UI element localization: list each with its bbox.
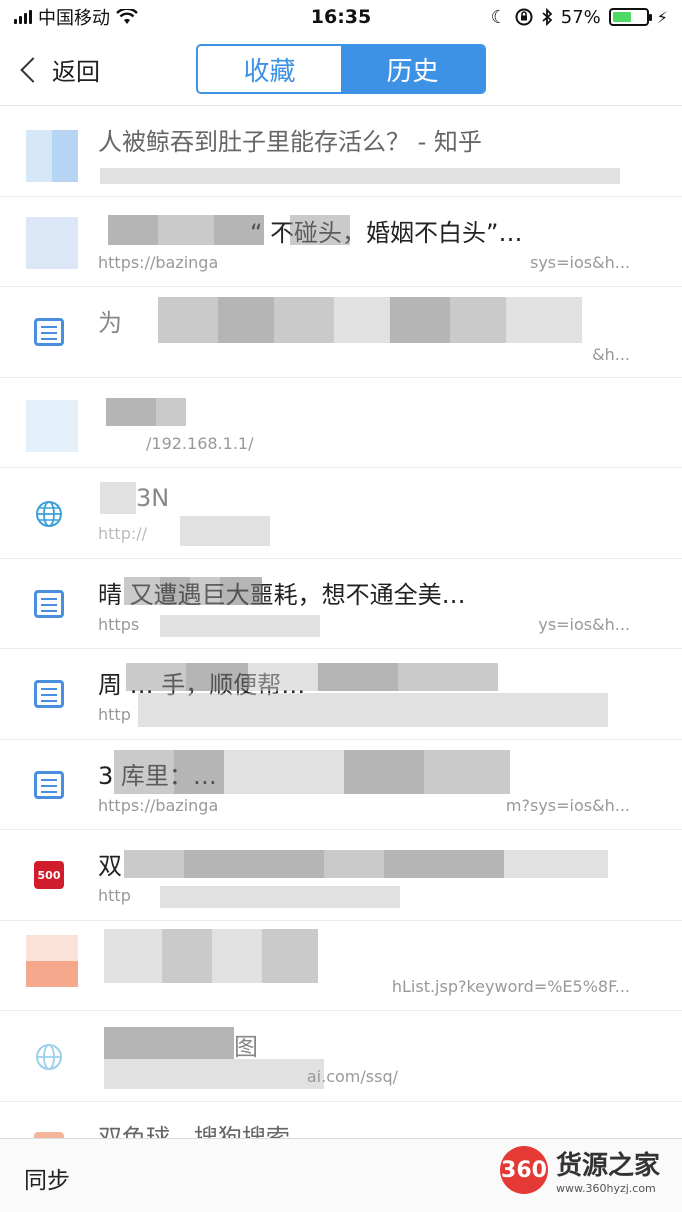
- chevron-left-icon: [20, 56, 46, 83]
- item-url: http: [98, 705, 131, 724]
- item-title: 双色球 - 搜狗搜索: [98, 1123, 290, 1139]
- list-item[interactable]: 500 双 http: [0, 830, 682, 921]
- list-item[interactable]: “ 不碰头，婚姻不白头”… https://bazinga sys=ios&h.…: [0, 197, 682, 287]
- charging-icon: ⚡: [656, 7, 668, 27]
- item-url: https://bazinga: [98, 795, 219, 815]
- document-icon: [34, 680, 64, 708]
- document-icon: [34, 589, 64, 618]
- item-url: http://: [98, 524, 148, 543]
- bluetooth-icon: [542, 8, 553, 26]
- item-title: 人被鲸吞到肚子里能存活么？ - 知乎: [98, 128, 482, 156]
- watermark-name: 货源之家: [556, 1151, 661, 1181]
- sync-button[interactable]: 同步: [24, 1161, 70, 1195]
- tab-favorites[interactable]: 收藏: [198, 46, 341, 92]
- item-url-right: m?sys=ios&h...: [505, 795, 630, 815]
- item-url: /192.168.1.1/: [146, 433, 254, 453]
- document-icon: [34, 770, 64, 799]
- bottom-toolbar: 同步 360 货源之家 www.360hyzj.com: [0, 1138, 682, 1212]
- history-list: 人被鲸吞到肚子里能存活么？ - 知乎 “ 不碰头，婚姻不白头”… https:/…: [0, 106, 682, 1138]
- status-bar: 中国移动 16:35 ☾ 57% ⚡: [0, 0, 682, 34]
- globe-icon: [36, 501, 62, 527]
- list-item[interactable]: 为 &h...: [0, 287, 682, 378]
- list-item[interactable]: 人被鲸吞到肚子里能存活么？ - 知乎: [0, 106, 682, 197]
- battery-fill: [612, 12, 631, 22]
- moon-icon: ☾: [490, 6, 507, 28]
- list-item[interactable]: /192.168.1.1/: [0, 378, 682, 468]
- tab-history[interactable]: 历史: [341, 46, 484, 92]
- signal-icon: [14, 10, 32, 24]
- battery-percent: 57%: [560, 6, 601, 28]
- 500-logo-icon: 500: [34, 861, 64, 889]
- status-right: ☾ 57% ⚡: [428, 7, 668, 28]
- item-url-right: &h...: [592, 345, 630, 364]
- watermark: 360 货源之家 www.360hyzj.com: [500, 1145, 660, 1195]
- back-button[interactable]: 返回: [18, 52, 100, 87]
- carrier-label: 中国移动: [38, 8, 110, 29]
- item-title: 3N: [136, 484, 170, 512]
- blurred-favicon-icon: [26, 934, 78, 987]
- blurred-favicon-icon: [26, 216, 78, 269]
- nav-bar: 返回 收藏 历史: [0, 34, 682, 106]
- blurred-favicon-icon: [26, 399, 78, 452]
- watermark-url: www.360hyzj.com: [556, 1182, 656, 1195]
- item-url: http: [98, 886, 131, 905]
- globe-icon: [36, 1044, 62, 1070]
- item-title: 图: [234, 1033, 258, 1061]
- wifi-icon: [116, 9, 138, 24]
- item-url-right: ai.com/ssq/: [306, 1067, 398, 1086]
- item-url-right: ys=ios&h...: [538, 614, 630, 634]
- document-icon: [34, 318, 64, 346]
- status-left: 中国移动: [14, 4, 254, 30]
- item-title: 为: [98, 309, 122, 337]
- list-item[interactable]: 双色球 - 搜狗搜索: [0, 1102, 682, 1139]
- list-item[interactable]: 晴 又遭遇巨大噩耗，想不通全美… https ys=ios&h...: [0, 559, 682, 649]
- blurred-favicon-icon: [26, 130, 78, 182]
- item-url-right: sys=ios&h...: [530, 252, 630, 272]
- clock: 16:35: [310, 6, 372, 28]
- list-item[interactable]: 周 … 手，顺便帮… http: [0, 649, 682, 740]
- segmented-control: 收藏 历史: [196, 44, 486, 94]
- back-label: 返回: [52, 58, 100, 86]
- item-url-right: hList.jsp?keyword=%E5%8F...: [391, 976, 630, 996]
- battery-icon: [608, 8, 652, 26]
- list-item[interactable]: hList.jsp?keyword=%E5%8F...: [0, 921, 682, 1011]
- watermark-logo: 360: [500, 1146, 548, 1194]
- item-url: https: [98, 614, 140, 634]
- rotation-lock-icon: [515, 8, 533, 26]
- item-url: https://bazinga: [98, 252, 219, 272]
- list-item[interactable]: 3N http://: [0, 468, 682, 559]
- list-item[interactable]: 3 库里：… https://bazinga m?sys=ios&h...: [0, 740, 682, 830]
- list-item[interactable]: 图 ai.com/ssq/: [0, 1011, 682, 1102]
